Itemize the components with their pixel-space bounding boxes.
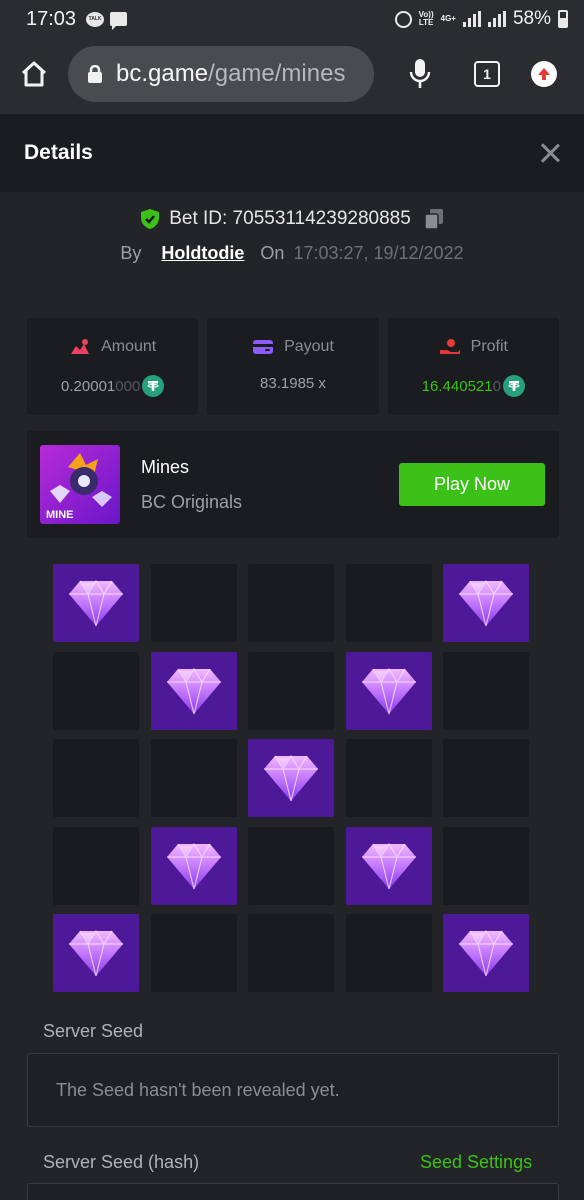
game-name: Mines — [141, 457, 190, 477]
tether-icon — [502, 375, 525, 397]
payout-label: Payout — [284, 338, 334, 355]
grid-tile-gem — [53, 914, 139, 992]
grid-tile-gem — [53, 564, 139, 642]
thumb-label: MINE — [46, 509, 74, 521]
amount-icon — [71, 339, 90, 354]
gem-icon — [69, 929, 123, 977]
bet-stats: Amount 0.20001 000 Payout 83.1985 x Profi — [27, 318, 559, 415]
grid-tile-gem — [150, 651, 237, 730]
grid-tile-gem — [443, 564, 529, 642]
server-seed-label: Server Seed — [43, 1021, 144, 1041]
bet-meta-row: By Holdtodie On 17:03:27, 19/12/2022 — [0, 243, 584, 264]
message-notification-icon — [110, 12, 128, 30]
grid-tile-empty — [53, 826, 139, 905]
gem-icon — [361, 667, 416, 714]
battery-icon — [558, 10, 568, 28]
profit-card: Profit 16.440521 0 — [387, 318, 559, 415]
grid-tile-empty — [443, 826, 529, 905]
status-time: 17:03 — [26, 7, 77, 30]
url-path: /game/mines — [208, 60, 346, 87]
signal-icon — [462, 11, 481, 27]
profit-value: 16.440521 0 — [422, 375, 525, 397]
wallet-icon — [253, 340, 274, 354]
alarm-icon — [394, 10, 412, 28]
bet-id: Bet ID: 70553114239280885 — [169, 208, 411, 229]
play-now-button[interactable]: Play Now — [399, 463, 545, 506]
talk-notification-icon: TALK — [86, 11, 105, 27]
profit-hand-icon — [439, 339, 460, 354]
gem-icon — [361, 842, 416, 889]
shield-check-icon — [141, 209, 160, 229]
grid-tile-gem — [248, 739, 334, 817]
page-title: Details — [24, 141, 93, 164]
gem-icon — [166, 667, 221, 714]
signal-icon-2 — [487, 11, 506, 27]
microphone-icon[interactable] — [408, 58, 432, 90]
gem-icon — [459, 929, 513, 977]
home-icon[interactable] — [20, 60, 48, 88]
grid-tile-empty — [248, 914, 334, 992]
server-seed-box: The Seed hasn't been revealed yet. — [27, 1053, 559, 1127]
profit-label: Profit — [470, 338, 508, 355]
url-bar[interactable]: bc.game/game/mines — [68, 46, 374, 102]
grid-tile-gem — [345, 651, 432, 730]
on-label: On — [260, 243, 285, 263]
copy-icon[interactable] — [424, 208, 444, 230]
grid-tile-gem — [150, 826, 237, 905]
seed-settings-link[interactable]: Seed Settings — [420, 1152, 532, 1173]
battery-percent: 58% — [512, 8, 551, 29]
grid-tile-empty — [150, 564, 237, 642]
grid-tile-gem — [443, 914, 529, 992]
amount-label: Amount — [101, 338, 157, 355]
grid-tile-empty — [150, 914, 237, 992]
grid-tile-empty — [248, 651, 334, 730]
mines-grid — [53, 564, 529, 992]
network-gen-indicator: 4G+ — [440, 14, 456, 23]
bet-id-row: Bet ID: 70553114239280885 — [0, 208, 584, 230]
url-host: bc.game — [116, 60, 209, 87]
update-available-icon[interactable] — [531, 61, 557, 87]
grid-tile-empty — [345, 564, 432, 642]
arrow-up-icon — [538, 68, 550, 80]
grid-tile-empty — [53, 651, 139, 730]
grid-tile-empty — [248, 826, 334, 905]
user-link[interactable]: Holdtodie — [161, 243, 244, 264]
payout-card: Payout 83.1985 x — [207, 318, 379, 415]
tab-switcher-button[interactable]: 1 — [474, 61, 500, 87]
gem-icon — [264, 754, 318, 802]
server-seed-value: The Seed hasn't been revealed yet. — [56, 1080, 340, 1100]
browser-toolbar: bc.game/game/mines 1 — [0, 38, 584, 114]
amount-value: 0.20001 000 — [61, 375, 165, 397]
game-card: MINE Mines BC Originals Play Now — [27, 431, 559, 538]
details-header: Details — [0, 114, 584, 192]
gem-icon — [69, 579, 123, 627]
server-seed-hash-box — [27, 1183, 559, 1200]
amount-card: Amount 0.20001 000 — [27, 318, 199, 415]
lock-icon — [88, 65, 102, 83]
grid-tile-gem — [345, 826, 432, 905]
gem-icon — [166, 842, 221, 889]
volte-indicator: Vo)) LTE — [418, 10, 434, 27]
by-label: By — [120, 243, 142, 263]
grid-tile-empty — [345, 739, 432, 817]
close-icon[interactable] — [540, 143, 560, 163]
grid-tile-empty — [150, 739, 237, 817]
grid-tile-empty — [53, 739, 139, 817]
tether-icon — [142, 375, 165, 397]
payout-value: 83.1985 x — [260, 375, 326, 392]
grid-tile-empty — [443, 739, 529, 817]
grid-tile-empty — [248, 564, 334, 642]
gem-icon — [459, 579, 513, 627]
grid-tile-empty — [443, 651, 529, 730]
status-bar: 17:03 TALK Vo)) LTE 4G+ 58% — [0, 0, 584, 38]
grid-tile-empty — [345, 914, 432, 992]
mines-game-thumbnail[interactable]: MINE — [40, 445, 120, 524]
game-provider: BC Originals — [141, 492, 243, 512]
server-seed-hash-label: Server Seed (hash) — [43, 1152, 200, 1172]
bet-datetime: 17:03:27, 19/12/2022 — [293, 243, 464, 263]
